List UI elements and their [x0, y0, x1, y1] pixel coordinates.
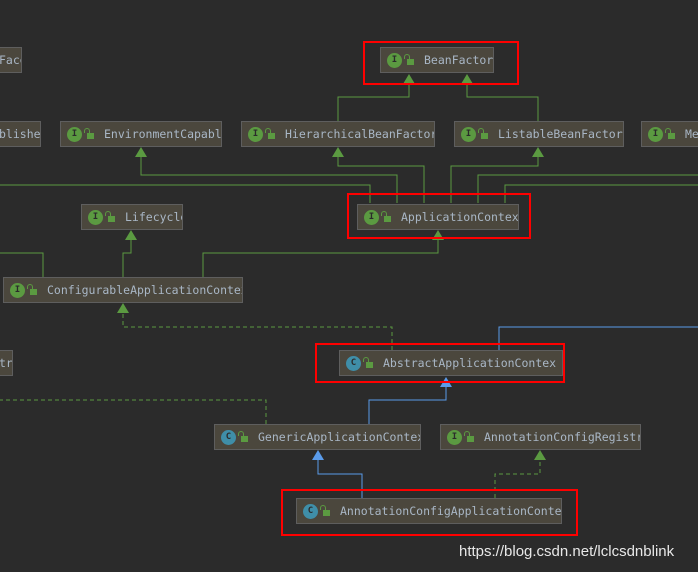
public-lock-icon	[84, 128, 94, 139]
node-label: Face	[0, 53, 21, 67]
node-environment-capable[interactable]: I EnvironmentCapable	[60, 121, 222, 147]
node-listable-bean-factory[interactable]: I ListableBeanFactory	[454, 121, 624, 147]
edge-appctx-publisher	[0, 184, 371, 203]
watermark: https://blog.csdn.net/lclcsdnblink	[459, 543, 675, 560]
class-icon: C	[221, 429, 236, 445]
edge-appctx-right-2	[504, 184, 698, 203]
public-lock-icon	[105, 211, 115, 222]
arrowhead	[332, 147, 344, 157]
interface-icon: I	[10, 282, 25, 298]
public-lock-icon	[27, 284, 37, 295]
node-configurable-application-context[interactable]: I ConfigurableApplicationContex	[3, 277, 243, 303]
node-label: ConfigurableApplicationContex	[47, 283, 243, 297]
node-face[interactable]: Face	[0, 47, 22, 73]
arrowhead	[532, 147, 544, 157]
highlight-application-context	[347, 193, 531, 239]
node-label: HierarchicalBeanFactory	[285, 127, 435, 141]
interface-icon: I	[67, 126, 82, 142]
node-label: ListableBeanFactory	[498, 127, 624, 141]
arrowhead	[135, 147, 147, 157]
arrowhead	[117, 303, 129, 313]
edge-hierarchical-beanfactory	[337, 84, 410, 121]
node-label: GenericApplicationContex	[258, 430, 421, 444]
node-lifecycle[interactable]: I Lifecycle	[81, 204, 183, 230]
arrowhead	[125, 230, 137, 240]
arrowhead	[312, 450, 324, 460]
interface-icon: I	[88, 209, 103, 225]
public-lock-icon	[478, 128, 488, 139]
node-label: Mes	[685, 127, 698, 141]
public-lock-icon	[238, 431, 248, 442]
edge-generic-abstract	[368, 387, 447, 424]
node-label: blishe	[0, 127, 41, 141]
interface-icon: I	[648, 126, 663, 142]
public-lock-icon	[265, 128, 275, 139]
node-message-source[interactable]: I Mes	[641, 121, 698, 147]
highlight-abstract-application-context	[315, 343, 565, 383]
node-generic-application-context[interactable]: C GenericApplicationContex	[214, 424, 421, 450]
edge-configurable-appctx	[202, 240, 439, 277]
highlight-annotation-config-application-context	[281, 489, 578, 536]
edge-configurable-lifecycle	[122, 240, 132, 277]
node-publisher[interactable]: blishe	[0, 121, 41, 147]
node-label: AnnotationConfigRegistr	[484, 430, 641, 444]
arrowhead	[534, 450, 546, 460]
node-label: Lifecycle	[125, 210, 183, 224]
interface-icon: I	[447, 429, 462, 445]
node-hierarchical-bean-factory[interactable]: I HierarchicalBeanFactory	[241, 121, 435, 147]
interface-icon: I	[248, 126, 263, 142]
public-lock-icon	[665, 128, 675, 139]
highlight-bean-factory	[363, 41, 519, 85]
node-annotation-config-registry[interactable]: I AnnotationConfigRegistr	[440, 424, 641, 450]
edge-generic-left	[0, 399, 267, 424]
interface-icon: I	[461, 126, 476, 142]
node-label: try	[0, 356, 13, 370]
node-registry[interactable]: try	[0, 350, 13, 376]
edge-listable-beanfactory	[466, 84, 539, 121]
node-label: EnvironmentCapable	[104, 127, 222, 141]
public-lock-icon	[464, 431, 474, 442]
edge-configurable-left	[0, 252, 44, 277]
